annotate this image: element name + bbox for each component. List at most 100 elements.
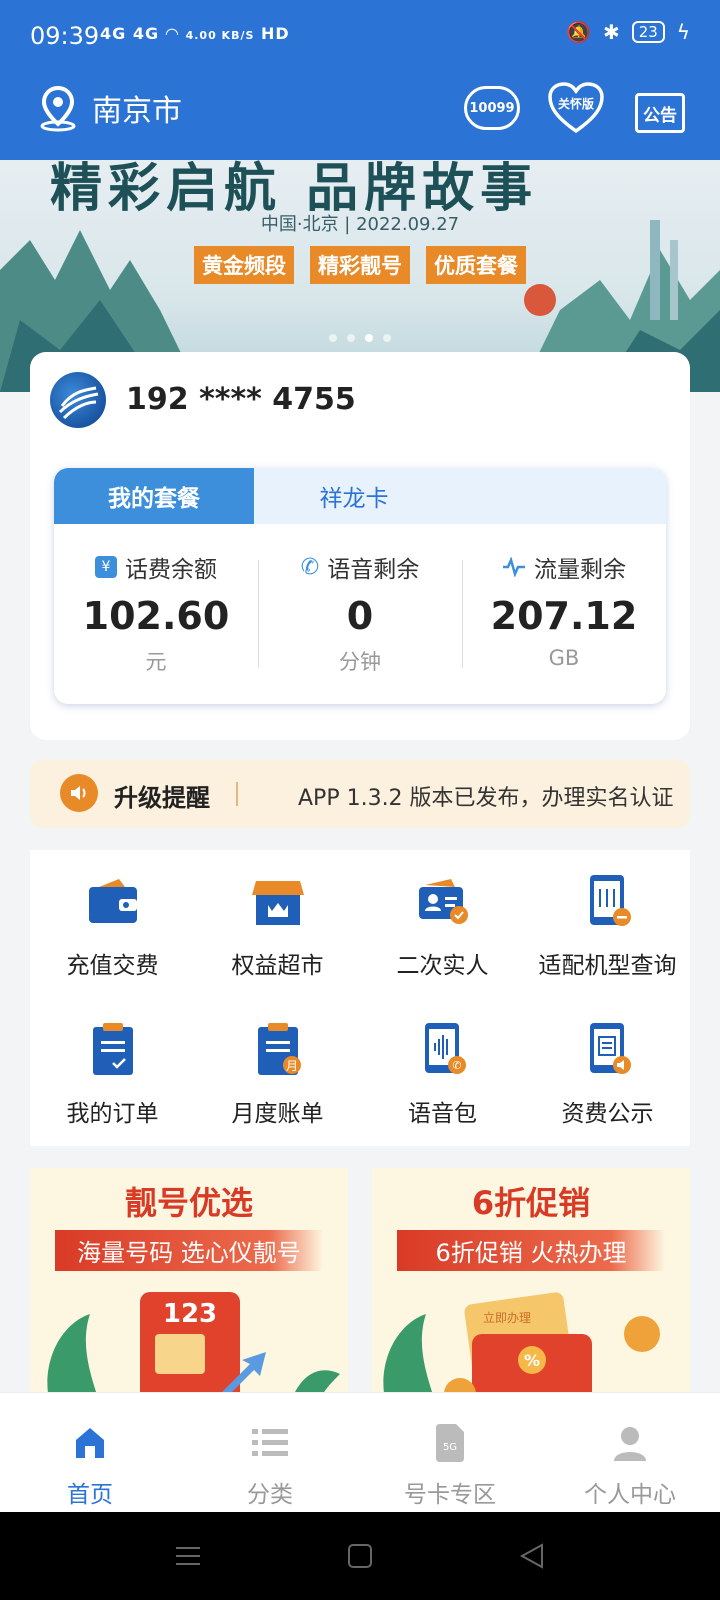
nav-label: 分类 <box>247 1482 293 1508</box>
nav-profile[interactable]: 个人中心 <box>540 1393 720 1512</box>
page-dot[interactable] <box>347 334 355 342</box>
promo-card-lucky-number[interactable]: 靓号优选 海量号码 选心仪靓号 123 <box>30 1168 348 1396</box>
bill-icon: 月 <box>247 1018 309 1080</box>
promo-title: 6折促销 <box>471 1184 591 1222</box>
banner-tag: 精彩靓号 <box>310 246 410 284</box>
stat-voice[interactable]: ✆ 语音剩余 0 分钟 <box>258 524 462 704</box>
battery-indicator: 23 <box>631 21 665 43</box>
stat-value: 102.60 <box>82 594 230 638</box>
menu-label: 适配机型查询 <box>538 953 677 979</box>
menu-label: 语音包 <box>408 1101 477 1127</box>
promo-card-text: 立即办理 <box>483 1310 531 1325</box>
usage-stats: ¥ 话费余额 102.60 元 ✆ 语音剩余 0 分钟 流量剩余 207.12 … <box>54 524 666 704</box>
menu-label: 权益超市 <box>231 953 324 979</box>
stat-label-row: ✆ 语音剩余 <box>258 550 462 584</box>
menu-label: 充值交费 <box>66 953 159 979</box>
feature-grid: 充值交费 权益超市 二次实人 适配机型查询 我的订单 月 月度账单 ✆ 语音包 … <box>30 850 690 1146</box>
page-dot[interactable] <box>329 334 337 342</box>
sim-card-illustration: 123 <box>47 1292 340 1396</box>
menu-item-tariff[interactable]: 资费公示 <box>525 998 690 1146</box>
phone-number: 192 **** 4755 <box>126 382 356 417</box>
care-mode-button[interactable]: 关怀版 <box>546 80 606 136</box>
phone-icon: ✆ <box>300 554 320 580</box>
stat-label-row: 流量剩余 <box>462 550 666 584</box>
stat-value: 0 <box>346 594 374 638</box>
order-icon <box>82 1018 144 1080</box>
headset-icon: 10099 <box>464 86 520 130</box>
promo-card-discount[interactable]: 6折促销 6折促销 火热办理 立即办理 % <box>372 1168 690 1396</box>
nav-label: 个人中心 <box>584 1482 676 1508</box>
mute-icon: 🔕 <box>566 20 591 44</box>
service-number: 10099 <box>469 100 515 116</box>
menu-item-voice-pack[interactable]: ✆ 语音包 <box>360 998 525 1146</box>
page-dot-active[interactable] <box>365 334 373 342</box>
menu-item-reverify[interactable]: 二次实人 <box>360 850 525 998</box>
nav-sim-zone[interactable]: 5G 号卡专区 <box>360 1393 540 1512</box>
menu-label: 资费公示 <box>561 1101 654 1127</box>
announcement-label: 公告 <box>643 105 677 126</box>
announcement-icon: 公告 <box>635 93 685 133</box>
stat-label: 话费余额 <box>125 557 217 583</box>
banner-tag: 黄金频段 <box>194 246 294 284</box>
menu-item-my-orders[interactable]: 我的订单 <box>30 998 195 1146</box>
carrier-logo <box>50 372 106 428</box>
banner-subline: 中国·北京 | 2022.09.27 <box>260 214 460 235</box>
package-tabs: 我的套餐 祥龙卡 <box>54 468 666 524</box>
store-icon <box>247 870 309 932</box>
user-icon <box>612 1423 648 1463</box>
tab-xianglong-card[interactable]: 祥龙卡 <box>254 468 454 524</box>
customer-service-button[interactable]: 10099 <box>462 80 522 136</box>
wallet-icon <box>82 870 144 932</box>
pulse-icon <box>503 557 525 577</box>
promo-title: 靓号优选 <box>124 1184 253 1222</box>
menu-label: 月度账单 <box>231 1101 324 1127</box>
nav-label: 首页 <box>67 1482 113 1508</box>
nav-home[interactable]: 首页 <box>0 1393 180 1512</box>
home-button-icon[interactable] <box>346 1542 374 1570</box>
location-pin-icon <box>40 85 76 132</box>
menu-item-device-query[interactable]: 适配机型查询 <box>525 850 690 998</box>
upgrade-notice[interactable]: 升级提醒 APP 1.3.2 版本已发布，办理实名认证 <box>30 760 690 828</box>
menu-item-monthly-bill[interactable]: 月 月度账单 <box>195 998 360 1146</box>
menu-item-rights-market[interactable]: 权益超市 <box>195 850 360 998</box>
menu-label: 我的订单 <box>66 1101 159 1127</box>
tab-my-package[interactable]: 我的套餐 <box>54 468 254 524</box>
notice-message: APP 1.3.2 版本已发布，办理实名认证 <box>298 786 674 811</box>
notice-title: 升级提醒 <box>114 784 210 812</box>
stat-balance[interactable]: ¥ 话费余额 102.60 元 <box>54 524 258 704</box>
list-icon <box>252 1423 288 1463</box>
stat-value: 207.12 <box>490 594 638 638</box>
care-label: 关怀版 <box>557 97 594 111</box>
svg-text:%: % <box>524 1351 540 1370</box>
speaker-icon <box>60 774 98 812</box>
sim-card-number: 123 <box>163 1299 217 1329</box>
stat-unit: 元 <box>145 650 167 674</box>
status-right: 🔕 ✱ 23 ϟ <box>566 20 690 44</box>
net-speed: 4.00 KB/S <box>185 29 255 42</box>
package-panel: 我的套餐 祥龙卡 ¥ 话费余额 102.60 元 ✆ 语音剩余 0 分钟 流量剩… <box>54 468 666 704</box>
page-dot[interactable] <box>383 334 391 342</box>
stat-label-row: ¥ 话费余额 <box>54 550 258 584</box>
bluetooth-icon: ✱ <box>602 20 620 44</box>
svg-text:月: 月 <box>285 1059 297 1073</box>
announcement-button[interactable]: 公告 <box>630 80 690 136</box>
bottom-navigation: 首页 分类 5G 号卡专区 个人中心 <box>0 1392 720 1512</box>
voice-pack-icon: ✆ <box>412 1018 474 1080</box>
city-name: 南京市 <box>92 94 182 129</box>
hd-label: HD <box>260 24 290 43</box>
stat-data[interactable]: 流量剩余 207.12 GB <box>462 524 666 704</box>
menu-icon[interactable] <box>174 1542 202 1570</box>
wallet-icon: ¥ <box>95 556 117 578</box>
device-query-icon <box>577 870 639 932</box>
signal-label: 4G 4G <box>100 24 160 43</box>
stat-unit: GB <box>548 646 580 670</box>
wifi-icon: ◠ <box>165 24 179 43</box>
location-selector[interactable]: 南京市 <box>34 84 182 132</box>
back-icon[interactable] <box>518 1542 546 1570</box>
svg-text:✆: ✆ <box>452 1059 461 1072</box>
account-card: 192 **** 4755 我的套餐 祥龙卡 ¥ 话费余额 102.60 元 ✆… <box>30 352 690 740</box>
menu-item-recharge[interactable]: 充值交费 <box>30 850 195 998</box>
nav-category[interactable]: 分类 <box>180 1393 360 1512</box>
red-envelope-illustration: 立即办理 % <box>383 1292 660 1396</box>
menu-label: 二次实人 <box>396 953 489 979</box>
